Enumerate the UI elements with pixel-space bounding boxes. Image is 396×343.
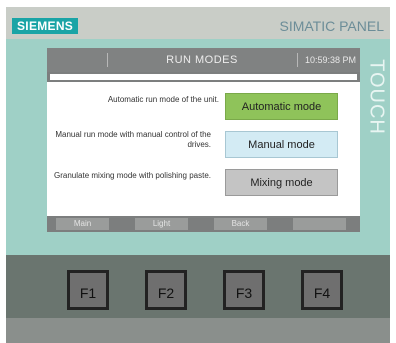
f1-key[interactable]: F1 <box>67 270 109 310</box>
mixing-mode-button[interactable]: Mixing mode <box>225 169 338 196</box>
automatic-mode-button[interactable]: Automatic mode <box>225 93 338 120</box>
softkey-blank[interactable] <box>293 218 346 230</box>
softkey-light[interactable]: Light <box>135 218 188 230</box>
manual-mode-description: Manual run mode with manual control of t… <box>55 130 211 149</box>
hmi-panel: SIEMENS SIMATIC PANEL TOUCH RUN MODES 10… <box>0 0 396 343</box>
touch-label: TOUCH <box>364 54 388 140</box>
panel-top-bar: SIEMENS SIMATIC PANEL <box>6 7 390 39</box>
f3-key[interactable]: F3 <box>223 270 265 310</box>
simatic-panel-label: SIMATIC PANEL <box>279 18 384 34</box>
message-strip <box>49 73 358 81</box>
manual-mode-button[interactable]: Manual mode <box>225 131 338 158</box>
f4-key[interactable]: F4 <box>301 270 343 310</box>
page-title: RUN MODES <box>166 54 238 66</box>
softkey-main[interactable]: Main <box>56 218 109 230</box>
siemens-logo: SIEMENS <box>12 18 79 34</box>
mixing-mode-description: Granulate mixing mode with polishing pas… <box>54 171 211 180</box>
f2-key[interactable]: F2 <box>145 270 187 310</box>
softkey-back[interactable]: Back <box>214 218 267 230</box>
screen-header: RUN MODES 10:59:38 PM <box>47 48 360 72</box>
header-divider <box>297 53 298 67</box>
clock-display: 10:59:38 PM <box>304 55 356 65</box>
automatic-mode-description: Automatic run mode of the unit. <box>107 95 219 104</box>
mode-panel: Automatic run mode of the unit. Automati… <box>47 82 360 216</box>
panel-base <box>6 318 390 343</box>
touch-label-text: TOUCH <box>365 59 388 135</box>
hmi-screen: RUN MODES 10:59:38 PM Automatic run mode… <box>47 48 360 232</box>
